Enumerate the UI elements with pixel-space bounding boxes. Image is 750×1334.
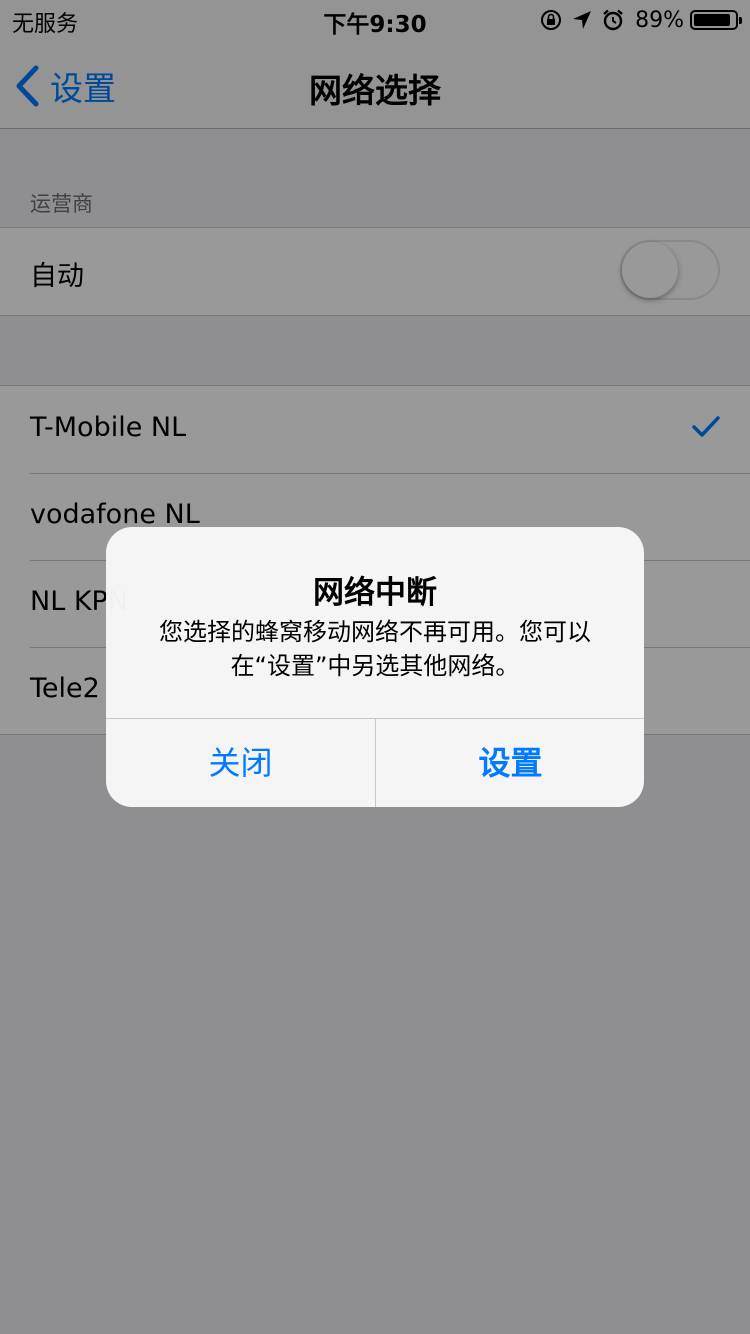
alert-dialog: 网络中断 您选择的蜂窝移动网络不再可用。您可以在“设置”中另选其他网络。 关闭 …	[106, 527, 644, 807]
settings-button[interactable]: 设置	[376, 719, 644, 807]
close-button[interactable]: 关闭	[106, 719, 375, 807]
alert-message: 您选择的蜂窝移动网络不再可用。您可以在“设置”中另选其他网络。	[159, 618, 591, 680]
alert-title: 网络中断	[313, 575, 437, 611]
